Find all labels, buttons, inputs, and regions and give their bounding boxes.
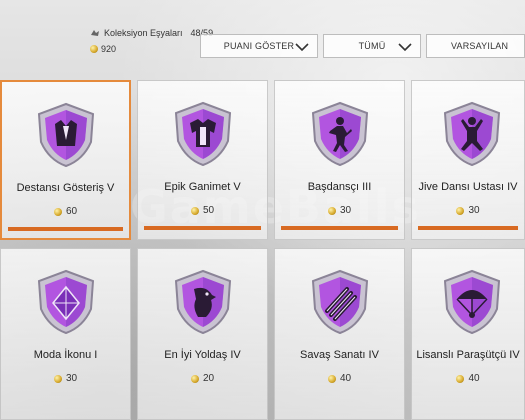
coin-icon (327, 206, 336, 215)
category-dropdown[interactable]: TÜMÜ (323, 34, 421, 58)
collection-counter: Koleksiyon Eşyaları 48/59 (90, 28, 213, 38)
coin-icon (456, 374, 465, 383)
card-points: 40 (412, 373, 524, 384)
coin-icon (190, 206, 199, 215)
points-value: 50 (202, 205, 215, 216)
progress-fill (144, 226, 261, 230)
show-points-dropdown[interactable]: PUANI GÖSTER (200, 34, 318, 58)
chevron-down-icon (398, 43, 412, 52)
achievement-card[interactable]: Jive Dansı Ustası IV 30 (411, 80, 525, 240)
card-points: 30 (275, 205, 404, 216)
achievement-card[interactable]: Savaş Sanatı IV 40 (274, 248, 405, 420)
achievement-card[interactable]: Lisanslı Paraşütçü IV 40 (411, 248, 525, 420)
card-name: Destansı Gösteriş V (16, 182, 115, 194)
coin-icon (53, 374, 62, 383)
card-points: 50 (138, 205, 267, 216)
card-points: 20 (138, 373, 267, 384)
card-name: Başdansçı III (307, 181, 372, 193)
coin-icon (53, 207, 62, 216)
outfit-icon (174, 101, 231, 167)
progress-fill (8, 227, 123, 231)
category-label: TÜMÜ (358, 41, 386, 51)
dancer-jump-icon (443, 101, 501, 167)
coin-balance: 920 (90, 44, 116, 54)
points-value: 30 (339, 205, 352, 216)
sort-dropdown[interactable]: VARSAYILAN (426, 34, 525, 58)
points-value: 40 (468, 373, 480, 384)
chevron-down-icon (295, 43, 309, 52)
sort-label: VARSAYILAN (451, 41, 509, 51)
progress-bar (8, 227, 123, 231)
card-points: 30 (1, 373, 130, 384)
coin-icon (90, 45, 98, 53)
points-value: 30 (65, 373, 78, 384)
collection-icon (91, 30, 99, 36)
coin-icon (190, 374, 199, 383)
card-name: Jive Dansı Ustası IV (418, 181, 518, 193)
card-points: 60 (2, 206, 129, 217)
points-value: 60 (65, 206, 78, 217)
eagle-icon (174, 269, 231, 335)
progress-fill (418, 226, 518, 230)
coin-amount: 920 (101, 44, 117, 54)
parachute-icon (443, 269, 501, 335)
progress-bar (281, 226, 398, 230)
card-name: Epik Ganimet V (164, 181, 241, 193)
card-name: Savaş Sanatı IV (300, 349, 379, 361)
progress-fill (281, 226, 398, 230)
points-value: 20 (202, 373, 215, 384)
claw-icon (311, 269, 368, 335)
card-name: Lisanslı Paraşütçü IV (416, 349, 520, 361)
dancer-icon (311, 101, 368, 167)
achievement-card[interactable]: En İyi Yoldaş IV 20 (137, 248, 268, 420)
diamond-icon (37, 269, 94, 335)
top-bar: Koleksiyon Eşyaları 48/59 920 PUANI GÖST… (0, 0, 525, 66)
coin-icon (327, 374, 336, 383)
jacket-icon (37, 102, 94, 168)
coin-icon (456, 206, 465, 215)
achievement-card[interactable]: Başdansçı III 30 (274, 80, 405, 240)
progress-bar (418, 226, 518, 230)
points-value: 30 (468, 205, 480, 216)
collection-label: Koleksiyon Eşyaları (104, 28, 183, 38)
progress-bar (144, 226, 261, 230)
card-points: 40 (275, 373, 404, 384)
points-value: 40 (339, 373, 352, 384)
card-points: 30 (412, 205, 524, 216)
card-name: Moda İkonu I (33, 349, 98, 361)
achievement-card[interactable]: Epik Ganimet V 50 (137, 80, 268, 240)
achievement-card[interactable]: Destansı Gösteriş V 60 (0, 80, 131, 240)
show-points-label: PUANI GÖSTER (223, 41, 295, 51)
achievement-card[interactable]: Moda İkonu I 30 (0, 248, 131, 420)
card-name: En İyi Yoldaş IV (164, 349, 241, 361)
